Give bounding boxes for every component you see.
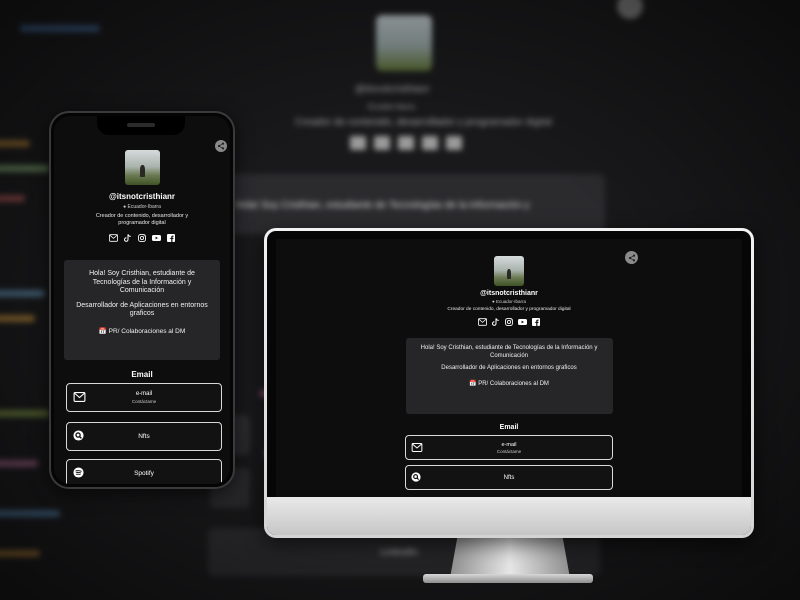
profile-location: ● Ecuador-Ibarra bbox=[54, 204, 230, 210]
monitor-screen: @itsnotcristhianr ● Ecuador-Ibarra Cread… bbox=[267, 231, 751, 535]
intro-developer: Desarrollador de Aplicaciones en entorno… bbox=[76, 301, 208, 318]
email-button-sublabel: Contáctame bbox=[496, 448, 522, 454]
facebook-icon[interactable] bbox=[532, 318, 540, 326]
monitor-stand-neck bbox=[450, 538, 570, 578]
email-section-title: Email bbox=[131, 370, 153, 379]
phone-mockup: @itsnotcristhianr ● Ecuador-Ibarra Cread… bbox=[49, 111, 235, 489]
location-text: Ecuador-Ibarra bbox=[127, 204, 161, 210]
location-text: Ecuador-Ibarra bbox=[495, 299, 526, 304]
opensea-icon bbox=[73, 428, 84, 446]
nfts-button-label: Nfts bbox=[138, 433, 150, 440]
tiktok-icon[interactable] bbox=[124, 234, 132, 242]
intro-card: Hola! Soy Cristhian, estudiante de Tecno… bbox=[64, 260, 220, 360]
intro-collab-text: PR/ Colaboraciones al DM bbox=[478, 380, 549, 387]
calendar-icon: 📅 bbox=[98, 327, 107, 335]
profile-bio: Creador de contenido, desarrollador y pr… bbox=[447, 307, 571, 312]
opensea-icon bbox=[411, 469, 421, 487]
email-button[interactable]: e-mail Contáctame bbox=[66, 383, 222, 412]
profile-location: ● Ecuador-Ibarra bbox=[276, 299, 742, 304]
spotify-button-label: Spotify bbox=[134, 470, 154, 477]
phone-notch bbox=[97, 116, 185, 135]
pin-icon: ● bbox=[123, 204, 127, 210]
youtube-icon[interactable] bbox=[518, 318, 527, 326]
mail-icon bbox=[73, 389, 86, 407]
mockup-stage: @itsnotcristhianr Ecuador-Ibarra Creador… bbox=[0, 0, 800, 600]
share-icon[interactable] bbox=[625, 251, 638, 264]
desktop-profile-page: @itsnotcristhianr ● Ecuador-Ibarra Cread… bbox=[276, 239, 742, 497]
intro-greeting: Hola! Soy Cristhian, estudiante de Tecno… bbox=[89, 270, 195, 294]
tiktok-icon[interactable] bbox=[492, 318, 500, 326]
instagram-icon[interactable] bbox=[138, 234, 146, 242]
email-button-sublabel: Contáctame bbox=[131, 399, 157, 404]
profile-bio: Creador de contenido, desarrollador y pr… bbox=[95, 213, 189, 226]
share-icon[interactable] bbox=[215, 140, 227, 152]
intro-collab: 📅 PR/ Colaboraciones al DM bbox=[72, 327, 212, 335]
email-button-label: e-mail bbox=[135, 391, 153, 397]
instagram-icon[interactable] bbox=[505, 318, 513, 326]
calendar-icon: 📅 bbox=[469, 380, 477, 387]
avatar bbox=[494, 256, 524, 286]
intro-developer: Desarrollador de Aplicaciones en entorno… bbox=[441, 365, 577, 371]
email-button[interactable]: e-mail Contáctame bbox=[405, 435, 613, 460]
nfts-button-label: Nfts bbox=[503, 474, 515, 481]
nfts-button[interactable]: Nfts bbox=[405, 465, 613, 490]
mail-icon bbox=[411, 439, 423, 457]
monitor-chin bbox=[267, 497, 751, 535]
phone-profile-page: @itsnotcristhianr ● Ecuador-Ibarra Cread… bbox=[54, 116, 230, 484]
spotify-icon bbox=[73, 465, 84, 483]
email-section-title: Email bbox=[499, 424, 519, 431]
desktop-monitor-mockup: @itsnotcristhianr ● Ecuador-Ibarra Cread… bbox=[264, 228, 754, 538]
nfts-button[interactable]: Nfts bbox=[66, 422, 222, 451]
profile-handle: @itsnotcristhianr bbox=[480, 290, 538, 297]
intro-collab: 📅 PR/ Colaboraciones al DM bbox=[416, 380, 603, 387]
pin-icon: ● bbox=[492, 299, 495, 304]
email-icon[interactable] bbox=[478, 318, 487, 326]
avatar bbox=[124, 150, 160, 185]
youtube-icon[interactable] bbox=[152, 234, 161, 242]
intro-greeting: Hola! Soy Cristhian, estudiante de Tecno… bbox=[420, 345, 598, 359]
intro-card: Hola! Soy Cristhian, estudiante de Tecno… bbox=[405, 338, 613, 414]
social-icons bbox=[276, 318, 742, 326]
intro-collab-text: PR/ Colaboraciones al DM bbox=[108, 327, 186, 335]
email-button-label: e-mail bbox=[501, 441, 517, 448]
email-icon[interactable] bbox=[109, 234, 118, 242]
facebook-icon[interactable] bbox=[167, 234, 175, 242]
spotify-button[interactable]: Spotify bbox=[66, 459, 222, 484]
profile-handle: @itsnotcristhianr bbox=[108, 192, 176, 201]
social-icons bbox=[54, 234, 230, 242]
monitor-stand-base bbox=[423, 574, 593, 583]
